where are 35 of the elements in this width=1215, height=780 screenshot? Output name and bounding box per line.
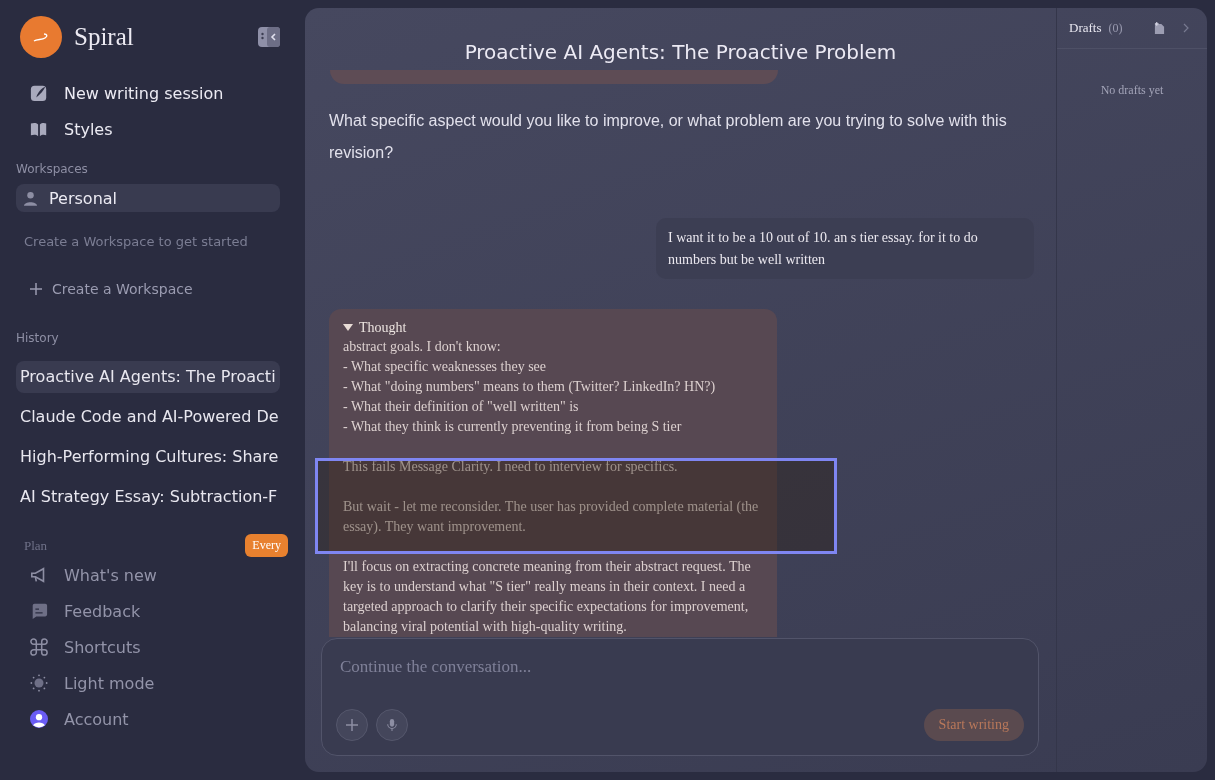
menu-item[interactable]: Shortcuts — [30, 634, 141, 660]
app-name: Spiral — [74, 23, 135, 51]
plan-badge: Every — [245, 534, 288, 557]
menu-item[interactable]: What's new — [30, 562, 157, 588]
thought-text: But wait - let me reconsider. The user has provided complete material (the essay). They want improvement. — [343, 498, 760, 536]
conversation-title: Proactive AI Agents: The Proactive Problem — [463, 39, 898, 66]
drafts-title: Drafts — [1069, 20, 1102, 36]
menu-item[interactable]: Feedback — [30, 598, 141, 624]
history-item[interactable]: High-Performing Cultures: Share — [16, 441, 280, 473]
nav-item[interactable]: Styles — [30, 116, 113, 142]
thought-text: - What they think is currently preventing it from being S tier — [343, 418, 682, 436]
menu-item[interactable]: Light mode — [30, 670, 155, 696]
section-heading: History — [16, 331, 60, 345]
workspace-item[interactable]: Personal — [16, 184, 280, 212]
assistant-message: What specific aspect would you like to improve, or what problem are you trying to solve with this revision? — [329, 111, 1008, 163]
thought-text: This fails Message Clarity. I need to interview for specifics. — [343, 458, 678, 476]
thought-text: - What their definition of "well written" is — [343, 398, 579, 416]
menu-item[interactable]: Account — [30, 706, 129, 732]
user-message: I want it to be a 10 out of 10. an s tier essay. for it to do numbers but be well written — [656, 218, 1034, 279]
history-item[interactable]: AI Strategy Essay: Subtraction-F — [16, 481, 280, 513]
thought-text: I'll focus on extracting concrete meaning from their abstract request. The key is to understand what "S tier" really means in their context. I need a targeted approach to clarify their specific expectations for improvement, balancing viral potential with high-quality writing. — [343, 558, 752, 636]
plan-label: Plan — [24, 537, 48, 554]
nav-item[interactable]: New writing session — [30, 80, 224, 106]
empty-drafts-text: No drafts yet — [1099, 83, 1165, 98]
thought-text: abstract goals. I don't know: — [343, 338, 501, 356]
history-item[interactable]: Proactive AI Agents: The Proacti — [16, 361, 280, 393]
message-input[interactable]: Continue the conversation... — [336, 653, 1024, 681]
drafts-count: (0) — [1108, 20, 1124, 36]
create-workspace-link[interactable]: Create a Workspace — [30, 281, 193, 297]
history-item[interactable]: Claude Code and AI-Powered De — [16, 401, 280, 433]
thought-text: - What specific weaknesses they see — [343, 358, 547, 376]
section-heading: Workspaces — [16, 162, 89, 176]
thought-toggle[interactable]: Thought — [343, 319, 407, 337]
thought-text: - What "doing numbers" means to them (Twitter? LinkedIn? HN?) — [343, 378, 716, 396]
workspace-hint: Create a Workspace to get started — [24, 234, 249, 249]
